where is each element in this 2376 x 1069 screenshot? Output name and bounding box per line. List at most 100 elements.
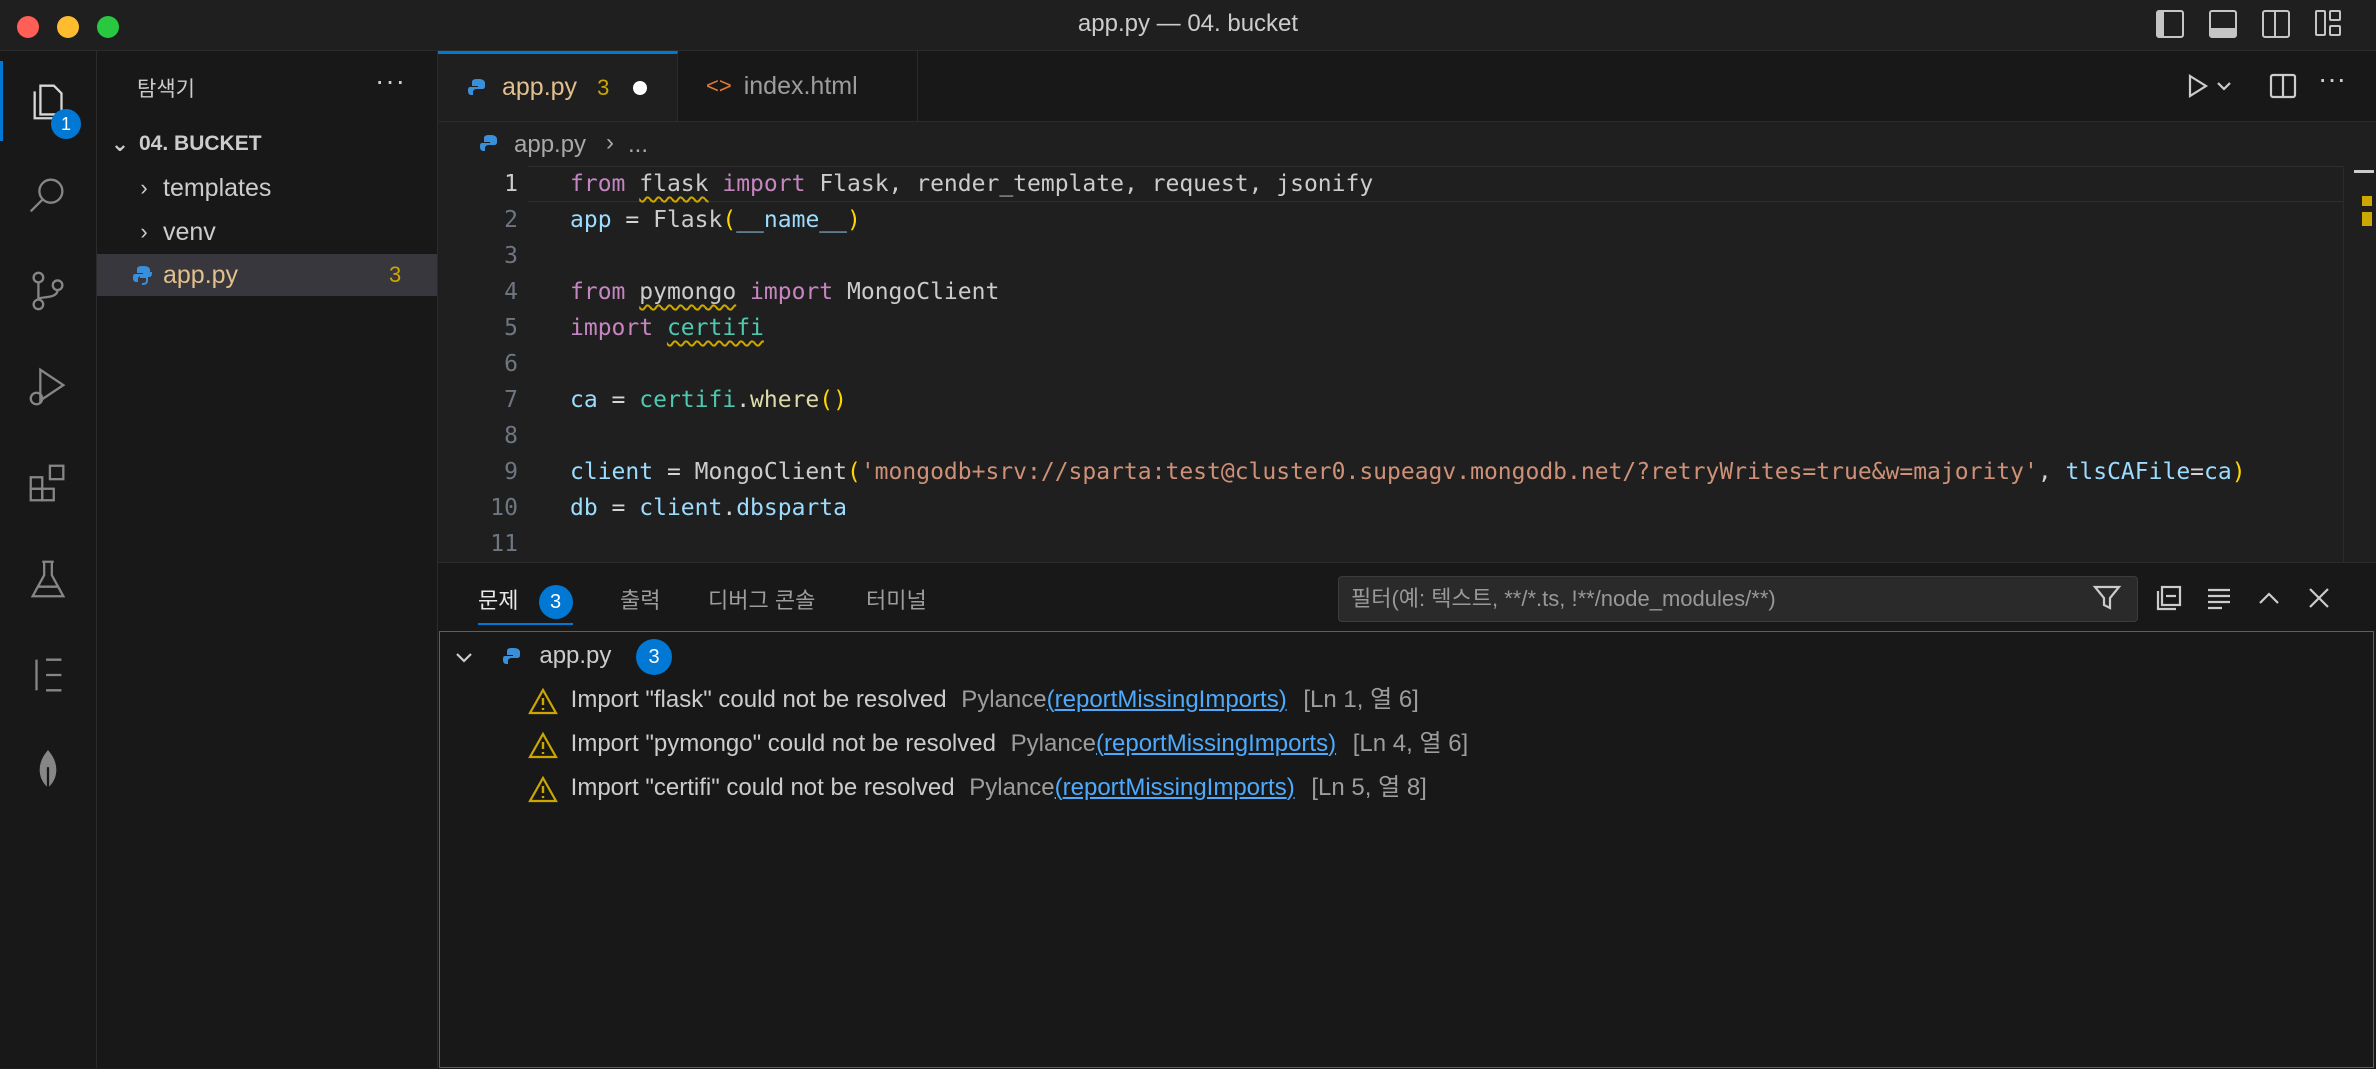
run-debug-icon[interactable] [0,347,96,427]
python-file-icon [480,135,497,151]
chevron-down-icon [456,652,472,663]
unresolved-import: flask [639,171,709,197]
filter-icon[interactable] [2092,583,2124,615]
testing-icon[interactable] [0,539,96,619]
tree-item-app-py[interactable]: app.py 3 [97,254,437,296]
panel-tab-terminal[interactable]: 터미널 [866,583,927,623]
explorer-badge: 1 [51,109,81,139]
panel-tab-label: 문제 [478,588,519,613]
line-number: 10 [490,495,518,521]
chevron-right-icon: › [140,219,148,244]
problem-group-app-py[interactable]: app.py 3 [452,636,673,676]
line-number: 6 [504,351,518,377]
code-editor[interactable]: 1 2 3 4 5 6 7 8 9 10 11 from flask impor… [438,166,2343,562]
more-actions-icon[interactable]: ··· [375,65,406,97]
problem-count-badge: 3 [389,262,402,287]
tab-label: index.html [743,71,858,100]
problems-filter-input[interactable]: 필터(예: 텍스트, **/*.ts, !**/node_modules/**) [1338,576,2138,622]
tab-label: app.py [502,73,578,101]
editor-scrollbar[interactable] [2343,166,2376,562]
line-number: 8 [504,423,518,449]
window-title: app.py — 04. bucket [1077,10,1299,37]
unresolved-import: certifi [666,315,764,341]
editor-tabs: app.py 3 <> index.html ··· [438,51,2376,122]
line-number: 1 [504,171,518,197]
run-dropdown-chevron-icon[interactable] [2214,71,2234,101]
line-number: 2 [504,207,518,233]
activity-bar: 1 [0,51,97,1068]
panel-tab-output[interactable]: 출력 [620,583,660,623]
python-file-icon [502,647,520,664]
problem-code-link[interactable]: reportMissingImports [1063,774,1287,801]
problem-group-file: app.py [539,642,612,669]
tab-app-py[interactable]: app.py 3 [438,51,678,121]
tree-item-label: venv [163,217,216,246]
code-line-2: app = Flask(__name__) [570,207,861,233]
line-number: 7 [504,387,518,413]
python-file-icon [468,78,485,95]
scrollbar-warning-marker [2362,196,2372,206]
source-control-icon[interactable] [0,251,96,331]
customize-layout-icon[interactable] [2315,10,2343,38]
breadcrumb-file[interactable]: app.py [514,131,586,159]
explorer-title: 탐색기 [137,78,195,101]
close-panel-icon[interactable] [2304,583,2336,615]
toggle-panel-icon[interactable] [2209,10,2237,38]
folder-root[interactable]: ⌄ 04. BUCKET [97,123,437,165]
bottom-panel: 문제 3 출력 디버그 콘솔 터미널 필터(예: 텍스트, **/*.ts, !… [438,562,2376,1069]
panel-tab-debug-console[interactable]: 디버그 콘솔 [708,583,815,623]
warning-icon [528,731,558,758]
python-file-icon [133,266,152,285]
extensions-icon[interactable] [0,443,96,523]
maximize-panel-icon[interactable] [2254,583,2286,615]
elementor-icon[interactable] [0,635,96,715]
toggle-secondary-sidebar-icon[interactable] [2262,10,2290,38]
problem-code-link[interactable]: reportMissingImports [1055,686,1279,713]
chevron-down-icon: ⌄ [110,131,130,156]
line-number: 9 [504,459,518,485]
line-number: 11 [490,531,518,557]
more-editor-actions-icon[interactable]: ··· [2318,63,2346,95]
collapse-all-icon[interactable] [2154,583,2186,615]
tree-item-label: templates [163,173,272,202]
run-python-file-icon[interactable] [2182,71,2212,101]
folder-label: 04. BUCKET [139,132,262,155]
scrollbar-cursor-marker [2354,170,2374,173]
title-bar: app.py — 04. bucket [0,0,2376,51]
unresolved-import: pymongo [639,279,737,305]
code-line-9: client = MongoClient('mongodb+srv://spar… [570,459,2246,485]
breadcrumb: app.py › ... [438,122,2376,166]
warning-icon [528,775,558,802]
tree-item-templates[interactable]: › templates [97,167,437,209]
mongodb-leaf-icon[interactable] [0,731,96,811]
problem-item[interactable]: Import "flask" could not be resolved Pyl… [528,680,1419,720]
explorer-icon[interactable]: 1 [0,61,96,141]
breadcrumb-symbols[interactable]: ... [628,131,648,159]
code-line-4: from pymongo import MongoClient [570,279,1000,305]
problems-list: app.py 3 Import "flask" could not be res… [439,631,2374,1068]
line-number: 5 [504,315,518,341]
html-file-icon: <> [706,73,732,98]
toggle-primary-sidebar-icon[interactable] [2156,10,2184,38]
search-icon[interactable] [0,155,96,235]
scrollbar-warning-marker [2362,212,2372,226]
tree-item-venv[interactable]: › venv [97,211,437,253]
problem-item[interactable]: Import "certifi" could not be resolved P… [528,768,1427,808]
code-line-7: ca = certifi.where() [570,387,847,413]
problem-group-count: 3 [636,638,673,675]
tab-problem-count: 3 [597,74,610,100]
chevron-right-icon: › [140,175,148,200]
code-line-1: from flask import Flask, render_template… [570,171,1374,197]
view-as-table-icon[interactable] [2204,583,2236,615]
panel-tab-problems[interactable]: 문제 3 [478,583,573,625]
split-editor-icon[interactable] [2268,71,2298,101]
problem-code-link[interactable]: reportMissingImports [1104,730,1328,757]
problem-item[interactable]: Import "pymongo" could not be resolved P… [528,724,1468,764]
line-number: 4 [504,279,518,305]
problems-count-badge: 3 [538,585,573,619]
tab-index-html[interactable]: <> index.html [678,51,918,121]
unsaved-dot-icon[interactable] [633,80,648,95]
warning-icon [528,687,558,714]
code-line-10: db = client.dbsparta [570,495,847,521]
line-number: 3 [504,243,518,269]
